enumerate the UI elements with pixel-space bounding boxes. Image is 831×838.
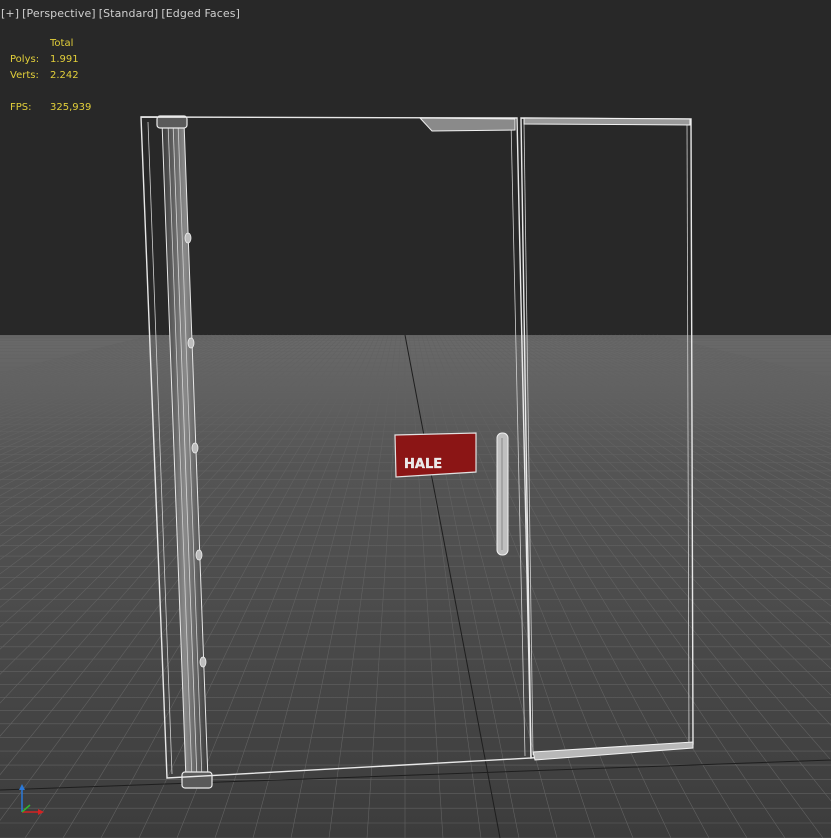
viewport-label-menu: [+] [Perspective] [Standard] [Edged Face… [0,5,242,21]
door-handle [496,432,509,556]
statistics-overlay: Total Polys: 1.991 Verts: 2.242 FPS: 325… [10,36,130,116]
door-top-rail [418,117,516,132]
stats-header: Total [50,38,74,49]
door-sign: HALE [394,432,477,478]
verts-label: Verts: [10,70,39,81]
fps-value: 325,939 [50,102,92,113]
viewport-point-of-view-menu[interactable]: [Perspective] [21,7,98,20]
fps-label: FPS: [10,102,32,113]
viewport-display-mode-menu[interactable]: [Edged Faces] [160,7,242,20]
ground-plane [0,334,831,838]
perspective-viewport[interactable]: HALE [+] [Perspective] [Standard] [Edged… [0,0,831,838]
polys-value: 1.991 [50,54,79,65]
door-sign-text: HALE [404,457,442,472]
polys-label: Polys: [10,54,40,65]
viewport-general-menu[interactable]: [+] [0,7,21,20]
viewport-shading-standard-menu[interactable]: [Standard] [98,7,161,20]
verts-value: 2.242 [50,70,79,81]
side-panel-top-rail [523,117,691,126]
pole-bottom-cap [181,771,213,789]
scene-canvas[interactable]: HALE [0,0,831,838]
